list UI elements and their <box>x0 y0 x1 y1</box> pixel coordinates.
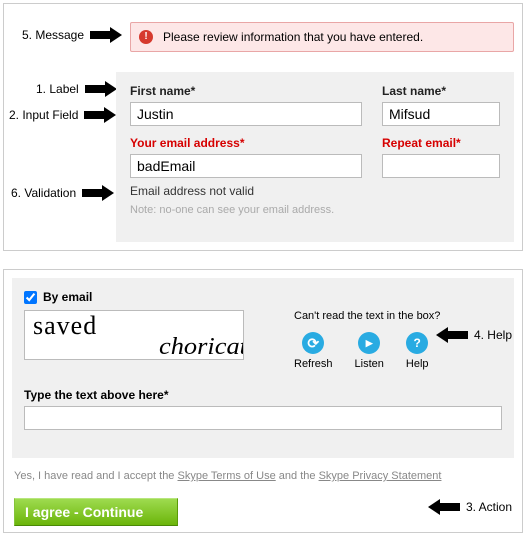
listen-icon <box>358 332 380 354</box>
arrow-right-icon <box>82 186 114 200</box>
privacy-link[interactable]: Skype Privacy Statement <box>319 470 442 482</box>
first-name-label: First name* <box>130 84 362 98</box>
error-text: Please review information that you have … <box>163 30 423 44</box>
by-email-checkbox-row[interactable]: By email <box>24 290 502 304</box>
annotation-label: 4. Help <box>474 328 512 342</box>
first-name-input[interactable] <box>130 102 362 126</box>
captcha-word-2: choricat <box>159 334 244 360</box>
agree-continue-button[interactable]: I agree - Continue <box>14 498 178 526</box>
form-panel-top: 5. Message 1. Label 2. Input Field 6. Va… <box>3 3 523 251</box>
by-email-label: By email <box>43 290 92 304</box>
annotation-label: 1. Label <box>36 82 117 96</box>
help-label: Help <box>406 358 429 370</box>
email-label: Your email address* <box>130 136 362 150</box>
accept-and: and the <box>276 470 319 482</box>
captcha-listen-button[interactable]: Listen <box>355 332 384 370</box>
captcha-refresh-button[interactable]: Refresh <box>294 332 333 370</box>
last-name-input[interactable] <box>382 102 500 126</box>
annotation-validation: 6. Validation <box>11 186 114 200</box>
error-icon: ! <box>139 30 153 44</box>
arrow-left-icon <box>436 328 468 342</box>
annotation-help: 4. Help <box>436 328 512 342</box>
email-note: Note: no-one can see your email address. <box>130 204 362 216</box>
captcha-help-button[interactable]: Help <box>406 332 429 370</box>
error-message-bar: ! Please review information that you hav… <box>130 22 514 52</box>
captcha-image: saved choricat <box>24 310 244 360</box>
annotation-label: 1. Label <box>36 82 79 96</box>
arrow-right-icon <box>90 28 122 42</box>
repeat-email-label: Repeat email* <box>382 136 500 150</box>
arrow-right-icon <box>84 108 116 122</box>
email-input[interactable] <box>130 154 362 178</box>
accept-pre: Yes, I have read and I accept the <box>14 470 178 482</box>
email-validation: Email address not valid <box>130 184 362 198</box>
captcha-input-label: Type the text above here* <box>24 388 502 402</box>
annotation-label: 5. Message <box>22 28 84 42</box>
annotation-input: 2. Input Field <box>9 108 116 122</box>
captcha-input[interactable] <box>24 406 502 430</box>
listen-label: Listen <box>355 358 384 370</box>
last-name-label: Last name* <box>382 84 500 98</box>
annotation-label: 2. Input Field <box>9 108 78 122</box>
annotation-label: 3. Action <box>466 500 512 514</box>
annotation-label: 6. Validation <box>11 186 76 200</box>
arrow-right-icon <box>85 82 117 96</box>
annotation-message: 5. Message <box>22 28 122 42</box>
arrow-left-icon <box>428 500 460 514</box>
accept-terms-text: Yes, I have read and I accept the Skype … <box>14 470 441 482</box>
captcha-word-1: saved <box>33 311 97 341</box>
captcha-area: By email saved choricat Can't read the t… <box>12 278 514 458</box>
tos-link[interactable]: Skype Terms of Use <box>178 470 276 482</box>
refresh-icon <box>302 332 324 354</box>
annotation-action: 3. Action <box>428 500 512 514</box>
form-fields-area: First name* Last name* Your email addres… <box>116 72 514 242</box>
repeat-email-input[interactable] <box>382 154 500 178</box>
form-panel-bottom: By email saved choricat Can't read the t… <box>3 269 523 533</box>
help-icon <box>406 332 428 354</box>
refresh-label: Refresh <box>294 358 333 370</box>
by-email-checkbox[interactable] <box>24 291 37 304</box>
captcha-cant-read: Can't read the text in the box? <box>294 310 502 322</box>
